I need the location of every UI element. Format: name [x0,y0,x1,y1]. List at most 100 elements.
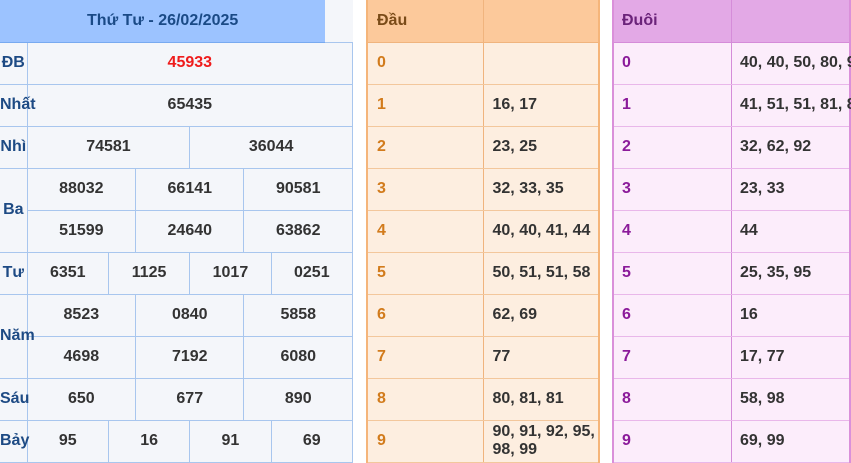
dau-values: 16, 17 [483,84,599,127]
duoi-digit: 7 [613,336,732,379]
prize-number: 890 [243,377,353,421]
prize-label-nam: Năm [0,293,35,379]
dau-values: 23, 25 [483,126,599,169]
duoi-digit: 6 [613,294,732,337]
dau-digit: 5 [367,252,484,295]
dau-row: 2 23, 25 [367,126,599,169]
prize-row-sau: Sáu 650 677 890 [0,377,353,421]
prize-number: 4698 [26,335,137,379]
prize-number: 7192 [135,335,245,379]
duoi-values: 44 [731,210,850,253]
duoi-values: 69, 99 [731,420,850,463]
prize-number: 24640 [135,209,245,253]
prize-label-ba: Ba [0,167,28,253]
lottery-results-table: Thứ Tư - 26/02/2025 ĐB 45933 Nhất 65435 … [0,0,354,463]
prize-row-db: ĐB 45933 [0,41,354,85]
dau-values: 40, 40, 41, 44 [483,210,599,253]
duoi-values: 41, 51, 51, 81, 81, 91 [731,84,851,127]
prize-label-nhat: Nhất [0,83,36,127]
prize-number: 6351 [26,251,109,295]
prize-number: 36044 [189,125,353,169]
duoi-row: 8 58, 98 [613,378,850,421]
prize-number: 8523 [26,293,137,337]
duoi-row: 6 16 [613,294,850,337]
duoi-row: 3 23, 33 [613,168,850,211]
dau-row: 0 [367,42,599,85]
prize-row-tu: Tư 6351 1125 1017 0251 [0,251,354,295]
duoi-values-header [731,0,850,43]
dau-digit: 2 [367,126,484,169]
duoi-digit: 5 [613,252,732,295]
prize-number: 65435 [26,83,354,127]
dau-row: 4 40, 40, 41, 44 [367,210,599,253]
duoi-digit: 1 [613,84,732,127]
prize-label-bay: Bảy [0,419,29,463]
prize-number: 650 [26,377,137,421]
duoi-row: 4 44 [613,210,850,253]
prize-number: 0840 [135,293,245,337]
dau-values-header [482,0,599,43]
prize-row-nam-2: 4698 7192 6080 [0,335,353,379]
duoi-values: 17, 77 [731,336,850,379]
prize-row-ba: Ba 88032 66141 90581 [0,167,353,253]
prize-number: 74581 [26,125,191,169]
dau-digit: 9 [367,420,484,463]
duoi-row: 040, 40, 50, 80, 90 [613,42,851,85]
prize-label-tu: Tư [0,251,28,295]
dau-row: 8 80, 81, 81 [367,378,599,421]
prize-number: 66141 [135,167,245,211]
dau-row: 1 16, 17 [367,84,599,127]
prize-number: 0251 [270,251,354,295]
prize-label-db: ĐB [0,41,28,85]
dau-values: 50, 51, 51, 58 [483,252,599,295]
duoi-row: 7 17, 77 [613,336,850,379]
dau-values: 62, 69 [483,294,599,337]
duoi-row: 9 69, 99 [613,420,850,463]
prize-label-sau: Sáu [0,377,29,421]
prize-number: 6080 [243,335,353,379]
prize-row-nhat: Nhất 65435 [0,83,354,127]
dau-digit: 0 [367,42,484,85]
dau-digit: 4 [367,210,484,253]
prize-row-ba-2: 51599 24640 63862 [0,209,353,253]
prize-row-bay: Bảy 95 16 91 69 [0,419,354,463]
prize-label-nhi: Nhì [0,125,28,169]
duoi-header: Đuôi [613,0,732,43]
duoi-digit: 8 [613,378,732,421]
dau-row: 6 62, 69 [367,294,599,337]
prize-number: 91 [189,419,272,463]
duoi-values: 16 [731,294,850,337]
special-prize-number: 45933 [26,41,354,85]
prize-row-nam: Năm 8523 0840 5858 [0,293,353,379]
dau-values: 77 [483,336,599,379]
prize-number: 16 [107,419,191,463]
dau-row: 3 32, 33, 35 [367,168,599,211]
prize-number: 1017 [189,251,272,295]
dau-digit: 7 [367,336,484,379]
prize-number: 63862 [243,209,353,253]
prize-number: 677 [135,377,245,421]
dau-digit: 8 [367,378,484,421]
dau-row: 5 50, 51, 51, 58 [367,252,599,295]
tail-digit-table: Đuôi 040, 40, 50, 80, 90 141, 51, 51, 81… [612,0,851,463]
dau-digit: 3 [367,168,484,211]
dau-digit: 6 [367,294,484,337]
duoi-digit: 4 [613,210,732,253]
prize-number: 51599 [26,209,137,253]
duoi-values: 58, 98 [731,378,850,421]
duoi-values: 32, 62, 92 [731,126,850,169]
dau-values: 80, 81, 81 [483,378,599,421]
prize-number: 5858 [243,293,353,337]
prize-number: 69 [270,419,354,463]
duoi-row: 141, 51, 51, 81, 81, 91 [613,84,851,127]
prize-number: 95 [26,419,109,463]
dau-values [483,42,599,85]
dau-digit: 1 [367,84,484,127]
duoi-values: 25, 35, 95 [731,252,850,295]
duoi-row: 2 32, 62, 92 [613,126,850,169]
head-digit-table: Đầu 0 1 16, 17 2 23, 25 3 32, 33, 35 4 40, 4… [366,0,600,463]
dau-header: Đầu [367,0,483,43]
prize-number: 1125 [107,251,191,295]
prize-number: 88032 [26,167,137,211]
duoi-digit: 0 [613,42,732,85]
